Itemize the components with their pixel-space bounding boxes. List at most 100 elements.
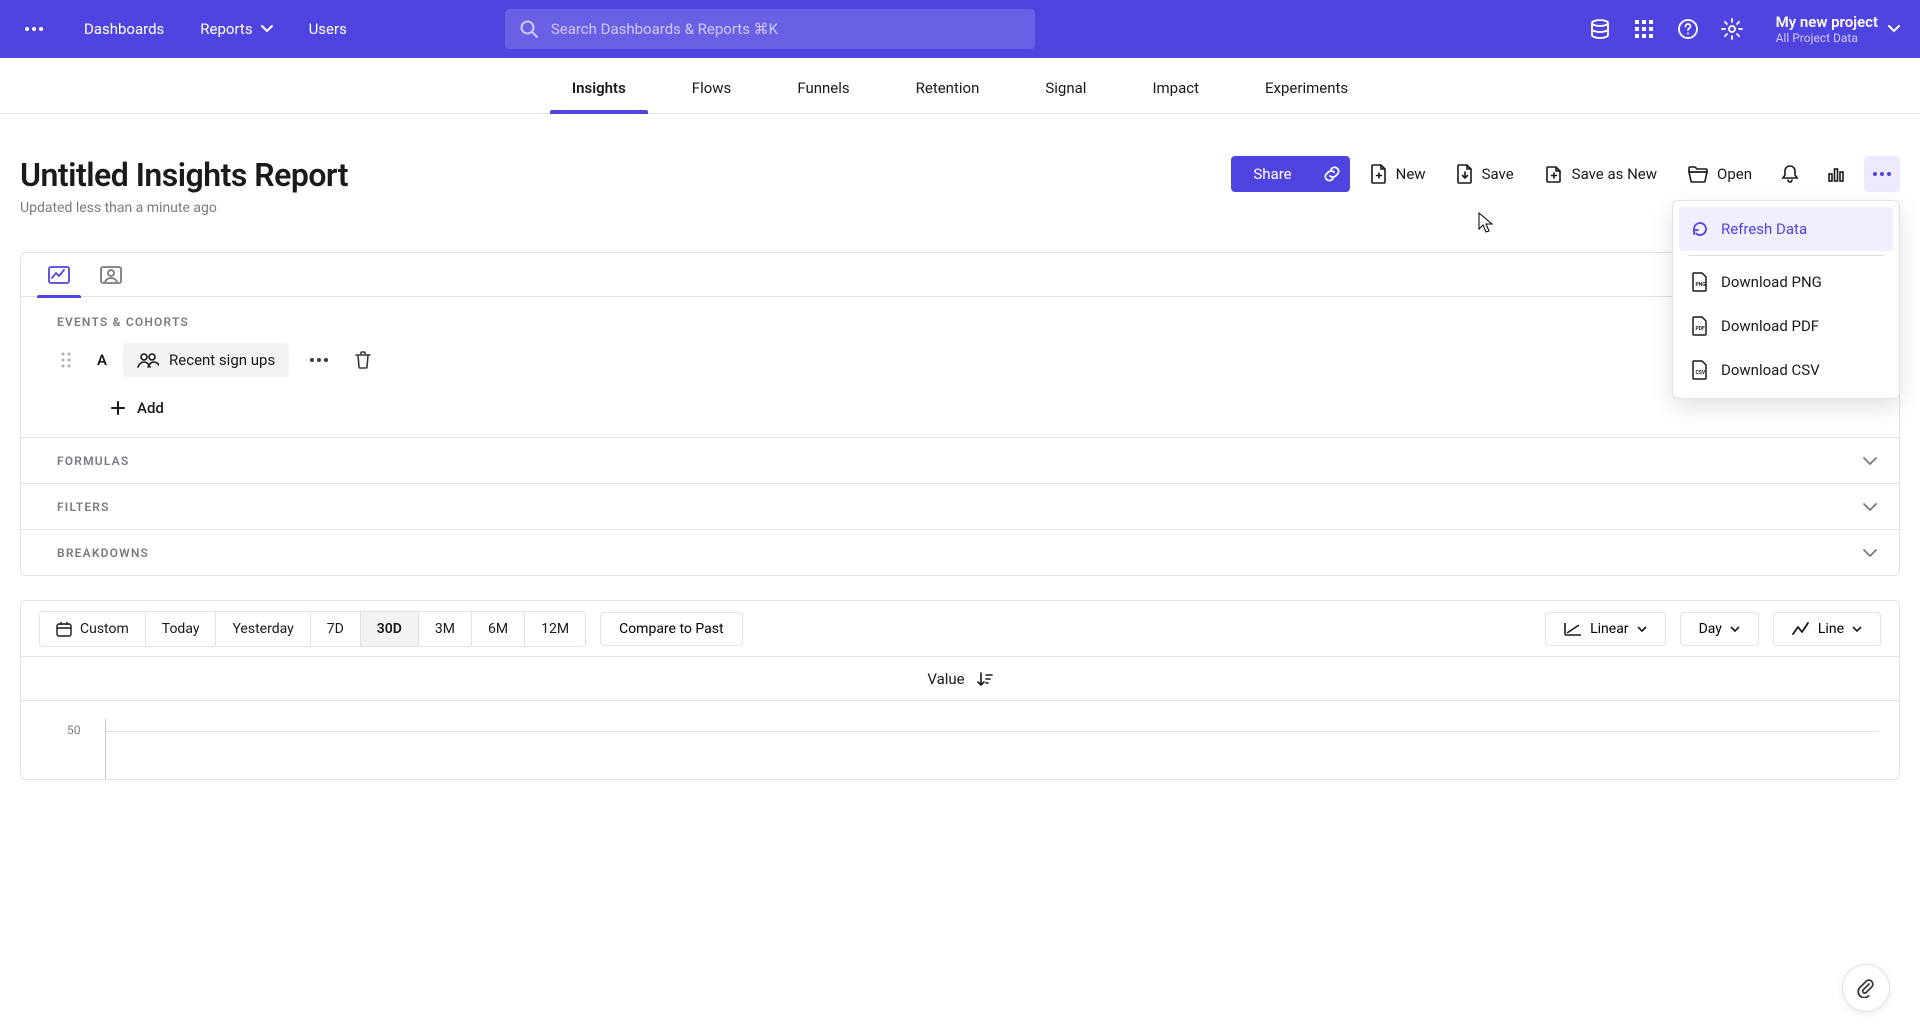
notifications-button[interactable] — [1772, 156, 1808, 192]
compare-button[interactable]: Compare to Past — [600, 612, 742, 646]
range-30d[interactable]: 30D — [361, 612, 419, 646]
scale-select[interactable]: Linear — [1545, 612, 1665, 646]
chevron-down-icon — [261, 25, 273, 33]
range-3m[interactable]: 3M — [419, 612, 472, 646]
new-file-icon — [1370, 164, 1388, 184]
project-selector[interactable]: My new project All Project Data — [1776, 13, 1878, 45]
table-header[interactable]: Value — [21, 657, 1899, 701]
line-chart-icon — [1792, 622, 1810, 636]
range-7d[interactable]: 7D — [311, 612, 361, 646]
query-tab-profile[interactable] — [85, 253, 137, 297]
add-event-button[interactable]: Add — [21, 383, 1899, 437]
filters-header: FILTERS — [57, 500, 110, 514]
new-button[interactable]: New — [1360, 156, 1436, 192]
nav-dashboards-label: Dashboards — [84, 20, 164, 38]
sort-desc-icon — [977, 672, 993, 686]
breakdowns-section[interactable]: BREAKDOWNS — [21, 529, 1899, 575]
range-today-label: Today — [162, 621, 200, 637]
save-icon — [1456, 164, 1474, 184]
menu-csv-label: Download CSV — [1721, 361, 1820, 379]
range-today[interactable]: Today — [146, 612, 217, 646]
range-6m[interactable]: 6M — [472, 612, 525, 646]
new-label: New — [1396, 165, 1426, 183]
formulas-section[interactable]: FORMULAS — [21, 437, 1899, 483]
share-label: Share — [1253, 165, 1291, 183]
y-axis-line — [105, 719, 106, 779]
compare-label: Compare to Past — [619, 621, 723, 637]
menu-download-csv[interactable]: CSV Download CSV — [1679, 348, 1893, 392]
menu-pdf-label: Download PDF — [1721, 317, 1819, 335]
app-menu-button[interactable] — [20, 15, 48, 43]
folder-open-icon — [1687, 165, 1709, 183]
svg-text:PNG: PNG — [1696, 282, 1707, 288]
share-button[interactable]: Share — [1231, 156, 1313, 192]
tab-flows[interactable]: Flows — [670, 79, 754, 113]
tab-signal[interactable]: Signal — [1023, 79, 1108, 113]
menu-refresh-data[interactable]: Refresh Data — [1679, 207, 1893, 251]
lexicon-button[interactable] — [1578, 7, 1622, 51]
range-custom[interactable]: Custom — [40, 612, 146, 646]
save-as-new-button[interactable]: Save as New — [1534, 156, 1667, 192]
project-chevron[interactable] — [1888, 25, 1900, 33]
more-actions-button[interactable] — [1864, 156, 1900, 192]
save-button[interactable]: Save — [1446, 156, 1524, 192]
cohort-icon — [137, 352, 159, 368]
range-12m[interactable]: 12M — [525, 612, 585, 646]
nav-reports[interactable]: Reports — [182, 0, 290, 58]
filters-section[interactable]: FILTERS — [21, 483, 1899, 529]
event-options-button[interactable] — [305, 346, 333, 374]
nav-users[interactable]: Users — [291, 0, 365, 58]
link-icon — [1323, 165, 1341, 183]
range-6m-label: 6M — [488, 621, 508, 637]
chart-type-select[interactable]: Line — [1773, 612, 1881, 646]
date-range-segments: Custom Today Yesterday 7D 30D 3M 6M 12M — [39, 611, 586, 647]
event-selector[interactable]: Recent sign ups — [123, 343, 289, 377]
menu-download-pdf[interactable]: PDF Download PDF — [1679, 304, 1893, 348]
chart-settings-button[interactable] — [1818, 156, 1854, 192]
event-letter: A — [97, 351, 107, 369]
drag-handle-icon[interactable] — [61, 352, 81, 368]
pdf-file-icon: PDF — [1691, 316, 1709, 336]
chart-area: 50 — [21, 701, 1899, 779]
query-tab-chart[interactable] — [33, 253, 85, 297]
nav-dashboards[interactable]: Dashboards — [66, 0, 182, 58]
chevron-down-icon — [1852, 626, 1862, 632]
help-button[interactable] — [1666, 7, 1710, 51]
database-icon — [1589, 18, 1611, 40]
nav-users-label: Users — [309, 20, 347, 38]
tab-signal-label: Signal — [1045, 79, 1086, 97]
plus-icon — [111, 401, 125, 415]
chevron-down-icon — [1637, 626, 1647, 632]
settings-button[interactable] — [1710, 7, 1754, 51]
linear-icon — [1564, 622, 1582, 636]
granularity-select[interactable]: Day — [1680, 612, 1759, 646]
save-as-icon — [1544, 164, 1564, 184]
tab-impact[interactable]: Impact — [1130, 79, 1221, 113]
formulas-header: FORMULAS — [57, 454, 129, 468]
page-title[interactable]: Untitled Insights Report — [20, 156, 348, 194]
event-name: Recent sign ups — [169, 351, 275, 369]
tab-funnels[interactable]: Funnels — [775, 79, 871, 113]
attach-fab[interactable] — [1842, 964, 1890, 1012]
granularity-label: Day — [1699, 621, 1722, 637]
help-icon — [1677, 18, 1699, 40]
menu-download-png[interactable]: PNG Download PNG — [1679, 260, 1893, 304]
search-input[interactable] — [551, 20, 1021, 38]
events-section-header: EVENTS & COHORTS — [21, 297, 1899, 337]
save-label: Save — [1482, 165, 1514, 183]
event-delete-button[interactable] — [349, 346, 377, 374]
y-axis-tick: 50 — [67, 723, 81, 737]
more-horizontal-icon — [309, 357, 329, 363]
tab-retention[interactable]: Retention — [894, 79, 1002, 113]
apps-button[interactable] — [1622, 7, 1666, 51]
tab-insights[interactable]: Insights — [550, 79, 648, 113]
grid-line — [105, 731, 1879, 732]
copy-link-button[interactable] — [1314, 156, 1350, 192]
range-yesterday[interactable]: Yesterday — [216, 612, 310, 646]
search-bar[interactable] — [505, 9, 1035, 49]
open-button[interactable]: Open — [1677, 156, 1762, 192]
save-as-new-label: Save as New — [1572, 165, 1657, 183]
open-label: Open — [1717, 165, 1752, 183]
tab-experiments[interactable]: Experiments — [1243, 79, 1370, 113]
chevron-down-icon — [1863, 503, 1877, 511]
